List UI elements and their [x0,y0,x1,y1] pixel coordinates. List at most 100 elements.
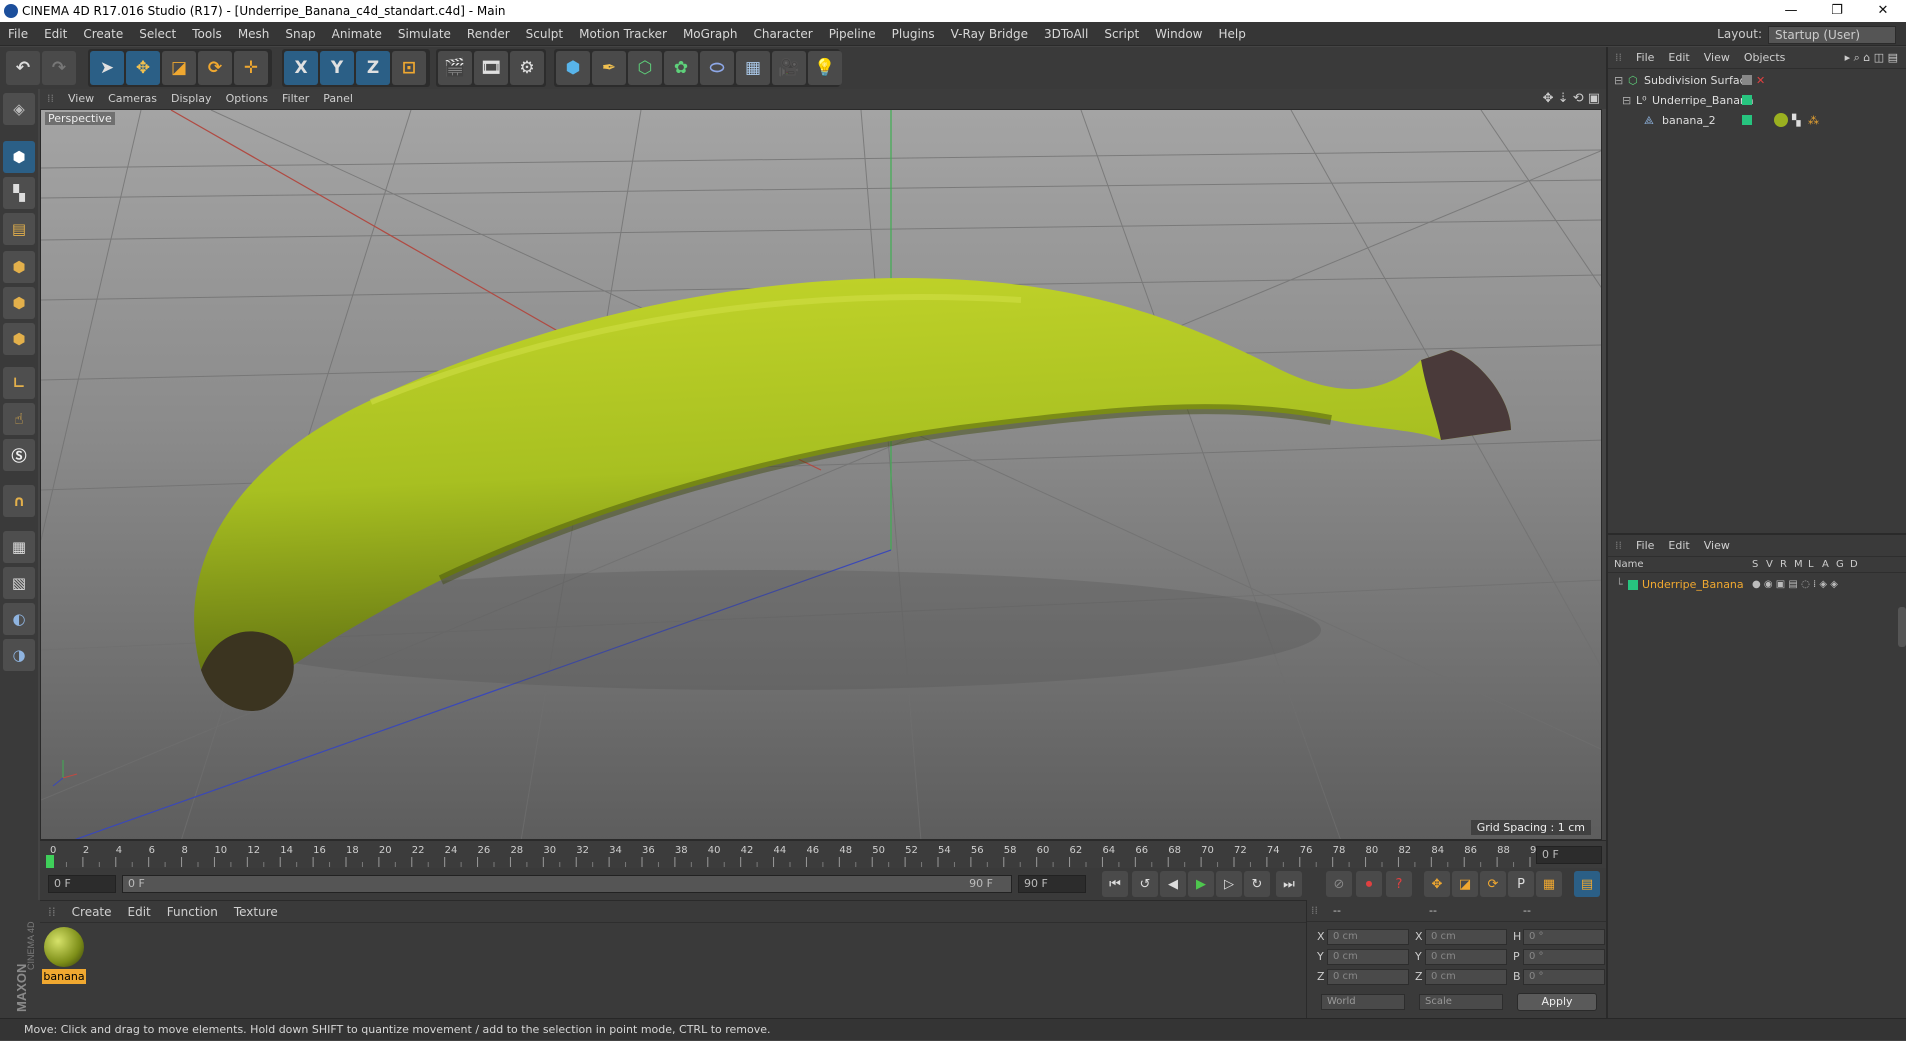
object-menu-objects[interactable]: Objects [1737,47,1793,69]
spline-pen-icon[interactable]: ✒ [592,51,626,85]
coordinate-system-icon[interactable]: ⊡ [392,51,426,85]
workplane-icon[interactable]: ▤ [3,213,35,245]
close-button[interactable]: ✕ [1860,0,1906,22]
polygons-mode-icon[interactable]: ⬢ [3,323,35,355]
make-editable-icon[interactable]: ◈ [3,93,35,125]
snap-grid-icon[interactable]: ▦ [3,531,35,563]
snap-workplane-icon[interactable]: ▧ [3,567,35,599]
size-mode-dropdown[interactable]: Scale [1419,994,1503,1010]
menu-pipeline[interactable]: Pipeline [821,22,884,46]
redo-icon[interactable]: ↷ [42,51,76,85]
z-axis-lock-button[interactable]: Z [356,51,390,85]
material-menu-function[interactable]: Function [159,901,226,923]
rotation-b-field[interactable]: 0 ° [1523,969,1605,985]
column-manager[interactable]: M [1794,559,1803,570]
object-search-icons[interactable]: ▸ ⌕ ⌂ ◫ ▤ [1845,51,1898,65]
python-script-icon[interactable]: ◐ [3,603,35,635]
camera-icon[interactable]: 🎥 [772,51,806,85]
menu-script[interactable]: Script [1096,22,1147,46]
edges-mode-icon[interactable]: ⬢ [3,287,35,319]
key-scale-icon[interactable]: ◪ [1452,871,1478,897]
menu-file[interactable]: File [0,22,36,46]
object-row-underripe-banana[interactable]: ⊟ L⁰ Underripe_Banana [1608,91,1906,111]
menu-help[interactable]: Help [1210,22,1253,46]
column-animation[interactable]: A [1822,559,1829,570]
layer-flags-icons[interactable]: ● ◉ ▣ ▤ ◌ ⁞ ◈ ◈ [1752,575,1838,595]
object-row-subdivision-surface[interactable]: ⊟ ⬡ Subdivision Surface ✕ [1608,71,1906,91]
key-position-icon[interactable]: ✥ [1424,871,1450,897]
object-visibility-icon[interactable] [1742,75,1752,85]
column-visible[interactable]: V [1766,559,1773,570]
position-z-field[interactable]: 0 cm [1327,969,1409,985]
material-swatch-banana[interactable]: banana [42,927,86,985]
next-frame-icon[interactable]: ▷ [1216,871,1242,897]
material-menu-edit[interactable]: Edit [120,901,159,923]
uvw-tag-icon[interactable]: ▚ [1792,111,1800,131]
python-console-icon[interactable]: ◑ [3,639,35,671]
keyframe-selection-icon[interactable]: ? [1386,871,1412,897]
material-menu-create[interactable]: Create [64,901,120,923]
material-tag-icon[interactable] [1774,113,1788,127]
move-tool-icon[interactable]: ✥ [126,51,160,85]
layer-menu-file[interactable]: File [1629,535,1661,557]
menu-animate[interactable]: Animate [324,22,390,46]
select-arrow-icon[interactable]: ➤ [90,51,124,85]
size-z-field[interactable]: 0 cm [1425,969,1507,985]
undo-icon[interactable]: ↶ [6,51,40,85]
collapse-toggle-icon[interactable]: ⊟ [1622,91,1631,111]
axis-mode-icon[interactable]: ∟ [3,367,35,399]
viewport-menu-cameras[interactable]: Cameras [101,89,164,109]
object-row-banana-2[interactable]: ⟁ banana_2 ▚ ⁂ [1608,111,1906,131]
menu-sculpt[interactable]: Sculpt [518,22,571,46]
coordinate-mode-dropdown[interactable]: World [1321,994,1405,1010]
minimize-button[interactable]: — [1768,0,1814,22]
column-render[interactable]: R [1780,559,1787,570]
position-x-field[interactable]: 0 cm [1327,929,1409,945]
previous-frame-icon[interactable]: ◀ [1160,871,1186,897]
solo-mode-icon[interactable]: Ⓢ [3,439,35,471]
menu-edit[interactable]: Edit [36,22,75,46]
floor-icon[interactable]: ▦ [736,51,770,85]
object-menu-edit[interactable]: Edit [1661,47,1696,69]
render-settings-icon[interactable]: ⚙ [510,51,544,85]
menu-snap[interactable]: Snap [277,22,323,46]
menu-create[interactable]: Create [75,22,131,46]
size-x-field[interactable]: 0 cm [1425,929,1507,945]
x-axis-lock-button[interactable]: X [284,51,318,85]
timeline-ruler[interactable]: 0 2 4 6 8 10 12 14 16 18 20 22 24 26 28 30 32 34 36 38 40 42 4… [40,840,1606,869]
key-pla-icon[interactable]: ▦ [1536,871,1562,897]
previous-key-icon[interactable]: ↺ [1132,871,1158,897]
next-key-icon[interactable]: ↻ [1244,871,1270,897]
play-icon[interactable]: ▶ [1188,871,1214,897]
menu-window[interactable]: Window [1147,22,1210,46]
deformer-icon[interactable]: ⬭ [700,51,734,85]
column-solo[interactable]: S [1752,559,1758,570]
rotation-h-field[interactable]: 0 ° [1523,929,1605,945]
autokey-icon[interactable]: ⏺ [1356,871,1382,897]
record-keys-icon[interactable]: ⊘ [1326,871,1352,897]
current-frame-field[interactable]: 0 F [1536,846,1602,864]
rotation-p-field[interactable]: 0 ° [1523,949,1605,965]
perspective-viewport[interactable]: Perspective Grid Spacing : 1 cm [40,109,1602,840]
render-picture-viewer-icon[interactable]: 🎞 [474,51,508,85]
object-menu-view[interactable]: View [1697,47,1737,69]
subdivision-surface-icon[interactable]: ⬡ [628,51,662,85]
cube-primitive-icon[interactable]: ⬢ [556,51,590,85]
light-icon[interactable]: 💡 [808,51,842,85]
collapse-toggle-icon[interactable]: ⊟ [1614,71,1623,91]
layer-scrollbar[interactable] [1898,607,1906,647]
texture-mode-icon[interactable]: ▚ [3,177,35,209]
object-disable-icon[interactable]: ✕ [1756,71,1765,91]
rotate-tool-icon[interactable]: ⟳ [198,51,232,85]
viewport-nav-icons[interactable]: ✥ ⇣ ⟲ ▣ [1543,91,1600,106]
material-menu-texture[interactable]: Texture [226,901,286,923]
menu-plugins[interactable]: Plugins [884,22,943,46]
render-view-icon[interactable]: 🎬 [438,51,472,85]
object-menu-file[interactable]: File [1629,47,1661,69]
viewport-menu-view[interactable]: View [61,89,101,109]
layer-row[interactable]: └ Underripe_Banana ● ◉ ▣ ▤ ◌ ⁞ ◈ ◈ [1608,575,1906,595]
go-to-start-icon[interactable]: ⏮ [1102,871,1128,897]
tweak-mode-icon[interactable]: ☝ [3,403,35,435]
timeline-window-icon[interactable]: ▤ [1574,871,1600,897]
model-mode-icon[interactable]: ⬢ [3,141,35,173]
